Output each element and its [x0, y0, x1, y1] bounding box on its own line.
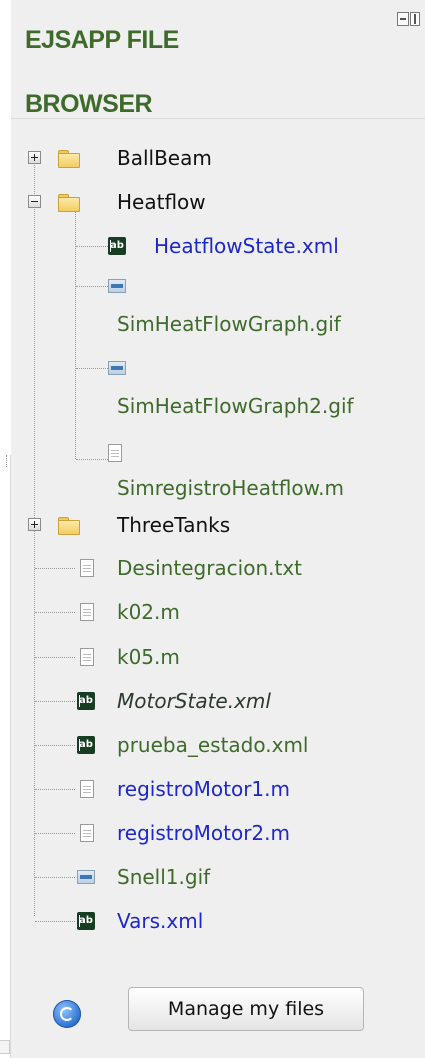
- text-file-icon: [80, 648, 94, 666]
- file-link[interactable]: Desintegracion.txt: [117, 556, 302, 580]
- tree-file-motorstate[interactable]: ab MotorState.xml: [11, 681, 425, 725]
- file-link[interactable]: prueba_estado.xml: [117, 733, 308, 757]
- lab-file-icon: ab: [77, 736, 95, 754]
- file-link[interactable]: registroMotor1.m: [117, 777, 290, 801]
- file-browser-block: EJSAPP FILE BROWSER BallBeam Heatflow ab…: [11, 0, 425, 1058]
- file-link[interactable]: registroMotor2.m: [117, 821, 290, 845]
- image-file-icon: [108, 279, 126, 293]
- folder-label[interactable]: Heatflow: [117, 190, 206, 214]
- tree-file-simheatflowgraph2[interactable]: SimHeatFlowGraph2.gif: [11, 354, 425, 428]
- tree-folder-ballbeam[interactable]: BallBeam: [11, 138, 425, 182]
- file-link[interactable]: SimHeatFlowGraph2.gif: [117, 394, 354, 418]
- folder-label[interactable]: BallBeam: [117, 146, 212, 170]
- tree-file-registromotor1[interactable]: registroMotor1.m: [11, 769, 425, 813]
- file-link[interactable]: HeatflowState.xml: [154, 234, 339, 258]
- text-file-icon: [108, 444, 122, 462]
- tree-file-k02[interactable]: k02.m: [11, 592, 425, 636]
- tree-file-desintegracion[interactable]: Desintegracion.txt: [11, 548, 425, 592]
- file-link[interactable]: MotorState.xml: [117, 689, 271, 713]
- refresh-icon[interactable]: [53, 1000, 81, 1028]
- tree-file-registromotor2[interactable]: registroMotor2.m: [11, 813, 425, 857]
- page-left-fragment: [0, 455, 11, 1058]
- image-file-icon: [108, 361, 126, 375]
- file-link[interactable]: k05.m: [117, 645, 180, 669]
- tree-file-k05[interactable]: k05.m: [11, 637, 425, 681]
- image-file-icon: [77, 870, 95, 884]
- tree-folder-threetanks[interactable]: ThreeTanks: [11, 504, 425, 548]
- expand-plus-icon[interactable]: [28, 151, 41, 164]
- lab-file-icon: ab: [108, 237, 126, 255]
- manage-files-button[interactable]: Manage my files: [128, 987, 364, 1031]
- tree-file-heatflowstate[interactable]: ab HeatflowState.xml: [11, 226, 425, 270]
- tree-file-snell1[interactable]: Snell1.gif: [11, 857, 425, 901]
- expand-plus-icon[interactable]: [28, 518, 41, 531]
- tree-file-simregistroheatflow[interactable]: SimregistroHeatflow.m: [11, 440, 425, 514]
- block-title: EJSAPP FILE BROWSER: [25, 26, 179, 118]
- file-link[interactable]: SimHeatFlowGraph.gif: [117, 312, 341, 336]
- file-link[interactable]: k02.m: [117, 600, 180, 624]
- text-file-icon: [80, 559, 94, 577]
- tree-file-prueba-estado[interactable]: ab prueba_estado.xml: [11, 725, 425, 769]
- folder-icon: [58, 517, 80, 535]
- tree-file-vars[interactable]: ab Vars.xml: [11, 901, 425, 945]
- block-header: EJSAPP FILE BROWSER: [11, 0, 425, 119]
- text-file-icon: [80, 824, 94, 842]
- folder-icon: [58, 194, 80, 212]
- file-link[interactable]: Vars.xml: [117, 909, 203, 933]
- folder-label[interactable]: ThreeTanks: [117, 513, 230, 537]
- lab-file-icon: ab: [77, 692, 95, 710]
- left-edge-box: [0, 1040, 10, 1054]
- text-file-icon: [80, 780, 94, 798]
- dock-hide-icon[interactable]: [397, 12, 420, 26]
- tree-folder-heatflow[interactable]: Heatflow: [11, 182, 425, 226]
- file-link[interactable]: SimregistroHeatflow.m: [117, 476, 344, 500]
- collapse-minus-icon[interactable]: [28, 195, 41, 208]
- file-link[interactable]: Snell1.gif: [117, 865, 210, 889]
- text-file-icon: [80, 603, 94, 621]
- lab-file-icon: ab: [77, 912, 95, 930]
- tree-file-simheatflowgraph[interactable]: SimHeatFlowGraph.gif: [11, 272, 425, 346]
- folder-icon: [58, 150, 80, 168]
- left-dotted-line: [6, 455, 7, 467]
